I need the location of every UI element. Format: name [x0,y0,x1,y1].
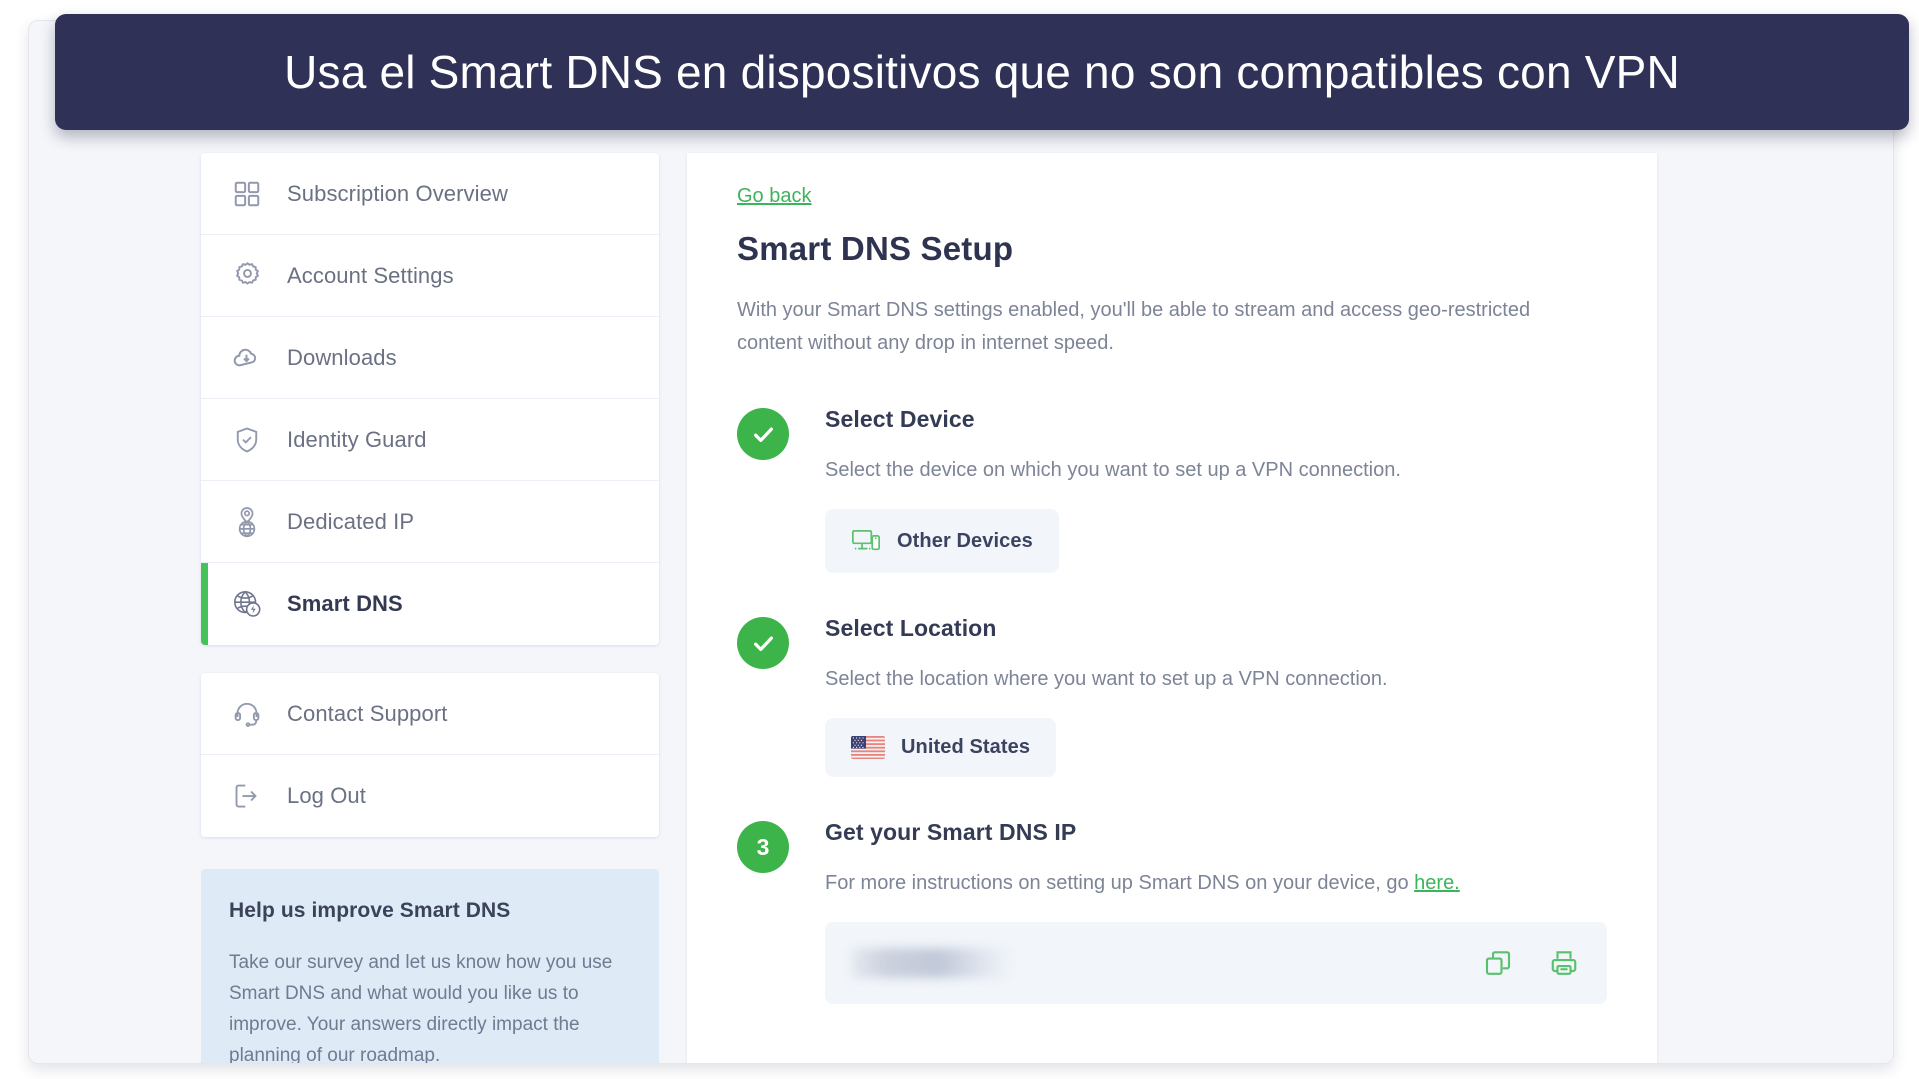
ip-field-actions [1481,946,1581,980]
print-icon[interactable] [1547,946,1581,980]
selected-location-chip[interactable]: United States [825,718,1057,777]
selected-device-chip[interactable]: Other Devices [825,509,1059,573]
sidebar-item-contact-support[interactable]: Contact Support [201,673,659,755]
step-number-badge: 3 [737,821,789,873]
sidebar-item-account-settings[interactable]: Account Settings [201,235,659,317]
step-complete-check-icon [737,617,789,669]
sidebar-item-dedicated-ip[interactable]: Dedicated IP [201,481,659,563]
sidebar-item-subscription-overview[interactable]: Subscription Overview [201,153,659,235]
sidebar-item-label: Account Settings [287,262,454,288]
step-get-smart-dns-ip: 3 Get your Smart DNS IP For more instruc… [737,819,1607,1004]
step-complete-check-icon [737,408,789,460]
gear-icon [229,258,265,294]
step-description: For more instructions on setting up Smar… [825,868,1607,898]
chip-label: Other Devices [897,529,1033,552]
grid-icon [229,176,265,212]
step-title: Get your Smart DNS IP [825,819,1077,845]
step-select-location: Select Location Select the location wher… [737,615,1607,777]
instructions-here-link[interactable]: here. [1414,872,1460,894]
us-flag-icon [851,736,885,759]
shield-check-icon [229,422,265,458]
sidebar-item-label: Downloads [287,344,397,370]
sidebar-item-label: Subscription Overview [287,180,508,206]
sidebar-item-downloads[interactable]: Downloads [201,317,659,399]
help-card-title: Help us improve Smart DNS [229,899,511,922]
go-back-link[interactable]: Go back [737,185,811,208]
help-card-body: Take our survey and let us know how you … [229,952,613,1064]
sidebar-item-label: Identity Guard [287,426,427,452]
browser-page-frame: Subscription Overview Account Settings D… [28,20,1894,1064]
copy-icon[interactable] [1481,946,1515,980]
help-us-improve-card: Help us improve Smart DNS Take our surve… [201,869,659,1064]
headset-icon [229,696,265,732]
page-subtitle: With your Smart DNS settings enabled, yo… [737,299,1531,354]
page-title: Smart DNS Setup [737,230,1014,267]
smart-dns-ip-value-redacted [851,948,1011,978]
sidebar-item-smart-dns[interactable]: Smart DNS [201,563,659,645]
sidebar-primary-nav-card: Subscription Overview Account Settings D… [201,153,659,645]
caption-text: Usa el Smart DNS en dispositivos que no … [284,45,1680,98]
step-description: Select the location where you want to se… [825,668,1388,690]
smart-dns-globe-icon [229,586,265,622]
caption-banner: Usa el Smart DNS en dispositivos que no … [55,14,1909,130]
step-select-device: Select Device Select the device on which… [737,406,1607,573]
sidebar-item-label: Contact Support [287,700,448,726]
main-content-card: Go back Smart DNS Setup With your Smart … [687,153,1657,1063]
chip-label: United States [901,736,1031,758]
sidebar-item-identity-guard[interactable]: Identity Guard [201,399,659,481]
sidebar-item-label: Log Out [287,783,366,808]
dedicated-ip-icon [229,504,265,540]
page-background: Subscription Overview Account Settings D… [29,21,1893,1063]
sidebar-item-label: Dedicated IP [287,508,415,534]
step-title: Select Device [825,406,975,432]
sidebar-secondary-nav-card: Contact Support Log Out [201,673,659,837]
step-description-text: For more instructions on setting up Smar… [825,872,1415,894]
sidebar-item-label: Smart DNS [287,591,403,616]
screenshot-root: Subscription Overview Account Settings D… [0,0,1919,1079]
step-title: Select Location [825,615,997,641]
sidebar: Subscription Overview Account Settings D… [201,153,659,1064]
other-devices-icon [851,527,881,555]
logout-icon [229,778,265,814]
smart-dns-ip-field[interactable] [825,922,1607,1004]
step-description: Select the device on which you want to s… [825,459,1401,481]
sidebar-item-log-out[interactable]: Log Out [201,755,659,837]
cloud-download-icon [229,340,265,376]
